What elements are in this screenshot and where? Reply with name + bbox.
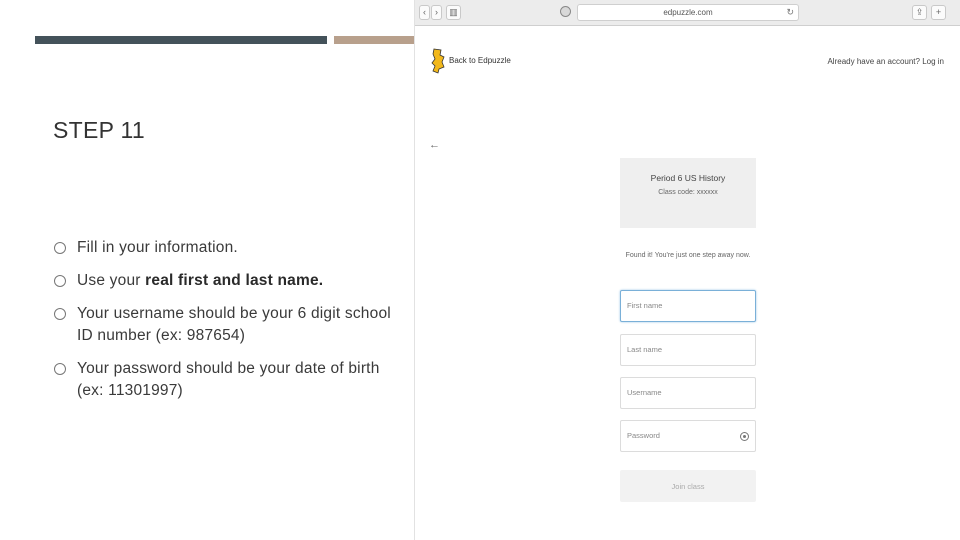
back-to-edpuzzle-link[interactable]: Back to Edpuzzle (449, 56, 511, 65)
last-name-input[interactable]: Last name (620, 334, 756, 366)
bullet-circle-icon (54, 308, 66, 320)
bullet-item: Fill in your information. (53, 237, 393, 259)
login-link[interactable]: Already have an account? Log in (827, 57, 944, 66)
username-placeholder: Username (627, 388, 662, 397)
class-card: Period 6 US History Class code: xxxxxx (620, 158, 756, 228)
username-input[interactable]: Username (620, 377, 756, 409)
bullet-circle-icon (54, 275, 66, 287)
password-input[interactable]: Password (620, 420, 756, 452)
found-message: Found it! You're just one step away now. (625, 252, 751, 259)
address-bar[interactable]: edpuzzle.com ↻ (577, 4, 799, 21)
first-name-placeholder: First name (627, 301, 663, 310)
reload-icon[interactable]: ↻ (786, 5, 794, 20)
accent-bar-tan (334, 36, 414, 44)
url-text: edpuzzle.com (663, 8, 713, 17)
browser-toolbar: ‹ › ▥ edpuzzle.com ↻ ⇪ + (415, 0, 960, 26)
accent-bar-dark (35, 36, 327, 44)
slide: STEP 11 Fill in your information. Use yo… (0, 0, 960, 540)
sidebar-icon[interactable]: ▥ (446, 5, 461, 20)
browser-screenshot: ‹ › ▥ edpuzzle.com ↻ ⇪ + Back to Edpuzzl… (414, 0, 960, 540)
last-name-placeholder: Last name (627, 345, 663, 354)
bullet-text: Use your (77, 272, 146, 289)
first-name-input[interactable]: First name (620, 290, 756, 322)
bullet-text: Your username should be your 6 digit sch… (77, 305, 391, 344)
bullet-item: Use your real first and last name. (53, 270, 393, 292)
class-code: Class code: xxxxxx (658, 189, 718, 196)
privacy-icon[interactable] (560, 6, 571, 17)
bullet-item: Your username should be your 6 digit sch… (53, 303, 393, 347)
slide-title: STEP 11 (53, 117, 146, 143)
bullet-item: Your password should be your date of bir… (53, 358, 393, 402)
bullet-text: Your password should be your date of bir… (77, 360, 380, 399)
share-icon[interactable]: ⇪ (912, 5, 927, 20)
bullet-circle-icon (54, 363, 66, 375)
eye-icon[interactable] (740, 432, 749, 441)
join-class-button[interactable]: Join class (620, 470, 756, 502)
password-placeholder: Password (627, 431, 660, 440)
new-tab-icon[interactable]: + (931, 5, 946, 20)
back-arrow-icon[interactable]: ← (429, 139, 440, 151)
bullet-circle-icon (54, 242, 66, 254)
bullet-text: Fill in your information. (77, 239, 238, 256)
class-name: Period 6 US History (650, 173, 726, 183)
edpuzzle-logo[interactable] (431, 48, 445, 74)
chevron-right-icon[interactable]: › (431, 5, 442, 20)
bullet-bold-text: real first and last name. (145, 272, 324, 289)
bullet-list: Fill in your information. Use your real … (53, 237, 393, 413)
chevron-left-icon[interactable]: ‹ (419, 5, 430, 20)
